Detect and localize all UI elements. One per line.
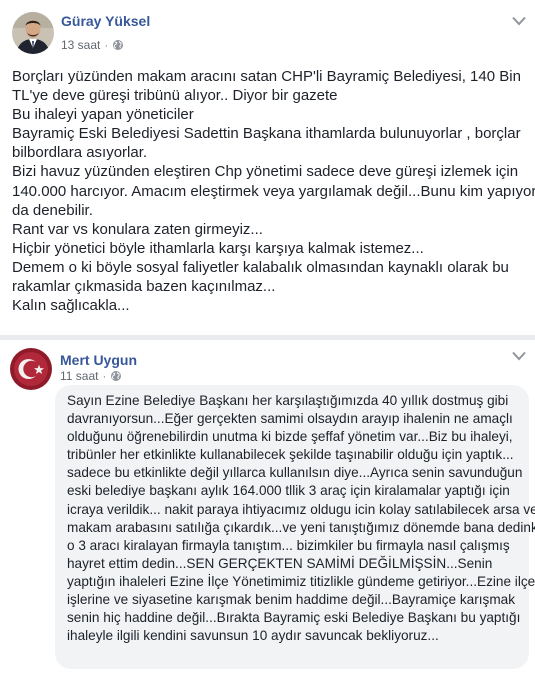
post-text-line: da denebilir. [12, 201, 93, 219]
avatar[interactable] [12, 12, 54, 54]
comment-text-line: Sayın Ezine Belediye Başkanı her karşıla… [67, 393, 509, 408]
chevron-down-icon [512, 16, 526, 26]
post-text-line: Bizi havuz yüzünden eleştiren Chp yöneti… [12, 163, 519, 181]
post-text-line: Borçları yüzünden makam aracını satan CH… [12, 68, 521, 85]
post-timestamp[interactable]: 11 saat [60, 369, 98, 383]
post-card: Mert Uygun 11 saat · Sayın Ezine Belediy… [0, 340, 535, 674]
comment-text-line: tribünler her etkinlikte kullanabilecek … [67, 447, 514, 463]
comment-text-line: yaptığın ihaleleri Ezine İlçe Yönetimimi… [67, 573, 535, 589]
comment-text-line: o 3 aracı kiralayan firmayla tanıştım...… [67, 537, 510, 553]
globe-icon[interactable] [112, 39, 124, 51]
comment-text-line: ihaleyle ilgili kendini savunsun 10 aydı… [67, 628, 439, 644]
comment-text-line: hayret ettim dedin...SEN GERÇEKTEN SAMİM… [67, 555, 493, 571]
avatar[interactable] [10, 348, 52, 390]
meta-separator: · [102, 369, 107, 383]
comment-bubble: Sayın Ezine Belediye Başkanı her karşıla… [55, 385, 535, 669]
post-card: Güray Yüksel 13 saat · Borçları yüzünden… [0, 0, 535, 335]
comment-text-line: davranıyorsun...Eğer gerçekten samimi ol… [67, 411, 513, 427]
post-text-line: Rant var vs konulara zaten girmeyiz... [12, 220, 263, 238]
comment-text-line: makam arabasını satılığa çıkardık...ve y… [67, 519, 535, 535]
post-body: Borçları yüzünden makam aracını satan CH… [12, 67, 535, 315]
post-timestamp[interactable]: 13 saat [61, 38, 100, 52]
post-text-line: rakamlar çıkmasida bazen kaçınılmaz... [12, 278, 276, 296]
comment-text-line: icraya verildik... nakit paraya ihtiyacı… [67, 501, 535, 517]
post-text-line: Demem o ki böyle sosyal faliyetler kalab… [12, 258, 509, 276]
post-text-line: Bayramiç Eski Belediyesi Sadettin Başkan… [12, 125, 521, 143]
comment-text-line: eski belediye başkanı aylık 164.000 tlli… [67, 483, 510, 499]
post-meta: 11 saat · [60, 369, 122, 383]
comment-text-line: senin hiç haddine değil...Bırakta Bayram… [67, 610, 521, 626]
comment-text-line: işlerine ve siyasetine karışmak benim ha… [67, 592, 516, 608]
post-text-line: 140.000 harcıyor. Amacım eleştirmek veya… [12, 182, 535, 200]
post-text-line: Kalın sağlıcakla... [12, 297, 130, 315]
meta-separator: · [104, 38, 109, 52]
comment-text-line: olduğunu öğrenebilirdin unutma ki bizde … [67, 429, 513, 445]
comment-text-line: sadece bu etkinlikte değil yıllarca kull… [67, 465, 523, 481]
post-text-line: Bu ihaleyi yapan yöneticiler [12, 106, 194, 124]
post-text-line: Hiçbir yönetici böyle ithamlarla karşı k… [12, 239, 424, 257]
post-options-button[interactable] [508, 349, 530, 363]
post-text-line: bilbordlara asıyorlar. [12, 144, 148, 162]
post-author[interactable]: Mert Uygun [60, 352, 137, 368]
post-author[interactable]: Güray Yüksel [61, 13, 150, 29]
post-options-button[interactable] [508, 14, 530, 28]
post-meta: 13 saat · [61, 38, 124, 52]
globe-icon[interactable] [110, 370, 122, 382]
post-text-line: TL'ye deve güreşi tribünü alıyor.. Diyor… [12, 87, 338, 105]
chevron-down-icon [512, 351, 526, 361]
